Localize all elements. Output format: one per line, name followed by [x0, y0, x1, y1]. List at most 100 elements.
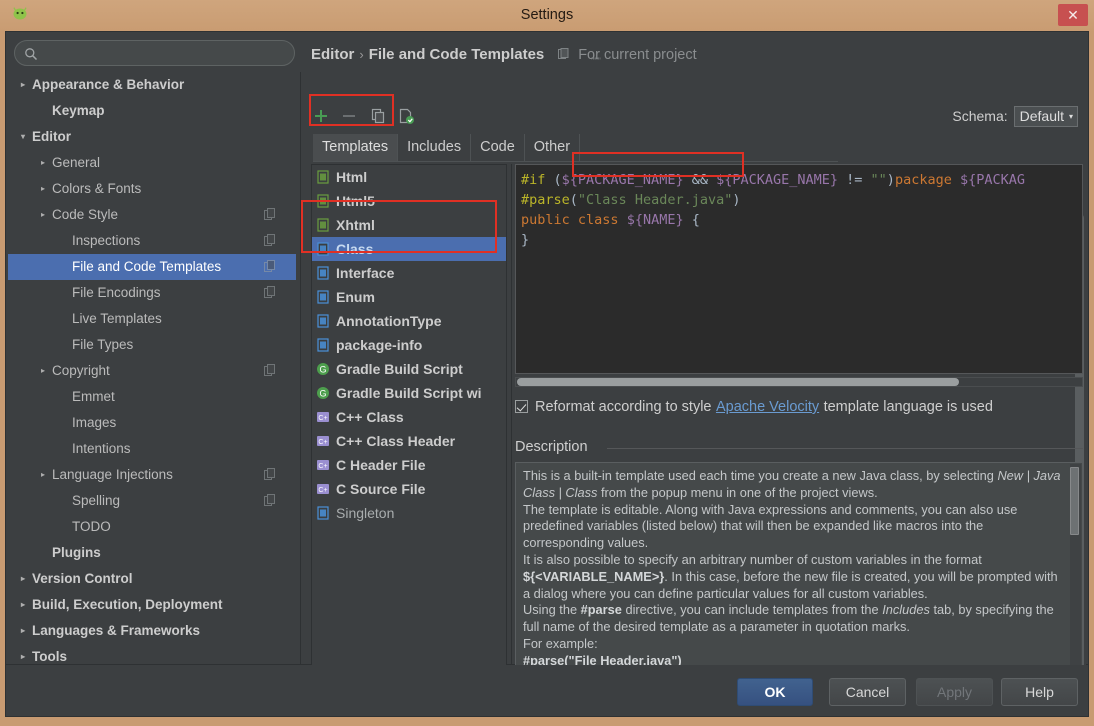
- sidebar-item-copyright[interactable]: ▸ Copyright: [8, 358, 296, 384]
- reset-icon[interactable]: [396, 106, 416, 126]
- sidebar-item-label: Language Injections: [52, 467, 173, 482]
- chevron-down-icon[interactable]: ▾: [16, 124, 30, 150]
- sidebar-item-emmet[interactable]: Emmet: [8, 384, 296, 410]
- code-token: "Class Header.java": [577, 192, 733, 208]
- template-list-item[interactable]: Interface: [312, 261, 506, 285]
- ok-button[interactable]: OK: [737, 678, 813, 706]
- sidebar-item-build-execution-deployment[interactable]: ▸ Build, Execution, Deployment: [8, 592, 296, 618]
- sidebar-item-file-types[interactable]: File Types: [8, 332, 296, 358]
- template-code-editor[interactable]: #if (${PACKAGE_NAME} && ${PACKAGE_NAME} …: [515, 164, 1083, 374]
- sidebar-item-file-and-code-templates[interactable]: File and Code Templates: [8, 254, 296, 280]
- chevron-right-icon[interactable]: ▸: [16, 618, 30, 644]
- code-token: (: [553, 172, 562, 188]
- sidebar-item-general[interactable]: ▸ General: [8, 150, 296, 176]
- sidebar-item-live-templates[interactable]: Live Templates: [8, 306, 296, 332]
- sidebar-item-images[interactable]: Images: [8, 410, 296, 436]
- code-token: ${PACKAGE_NAME}: [561, 172, 684, 188]
- html-file-icon: [317, 218, 329, 232]
- template-list-item[interactable]: Xhtml: [312, 213, 506, 237]
- chevron-right-icon[interactable]: ▸: [16, 72, 30, 98]
- sidebar-item-plugins[interactable]: Plugins: [8, 540, 296, 566]
- template-list-item[interactable]: Singleton: [312, 501, 506, 525]
- tab-code[interactable]: Code: [471, 134, 525, 161]
- minus-icon[interactable]: [339, 106, 359, 126]
- description-scrollbar-track[interactable]: [1070, 464, 1081, 681]
- schema-dropdown[interactable]: Default ▾: [1013, 106, 1078, 127]
- chevron-right-icon[interactable]: ▸: [36, 176, 50, 202]
- sidebar-item-code-style[interactable]: ▸ Code Style: [8, 202, 296, 228]
- help-button[interactable]: Help: [1001, 678, 1078, 706]
- template-list-item[interactable]: Enum: [312, 285, 506, 309]
- sidebar-item-label: Plugins: [52, 545, 101, 560]
- template-list-item[interactable]: C+ C Header File: [312, 453, 506, 477]
- sidebar-item-spelling[interactable]: Spelling: [8, 488, 296, 514]
- sidebar-item-intentions[interactable]: Intentions: [8, 436, 296, 462]
- tab-includes[interactable]: Includes: [398, 134, 472, 161]
- java-file-icon: [317, 242, 329, 256]
- search-input[interactable]: [43, 41, 288, 65]
- tab-templates[interactable]: Templates: [313, 134, 399, 161]
- reformat-checkbox[interactable]: [515, 400, 528, 413]
- description-header: Description: [515, 438, 1083, 458]
- template-list-item[interactable]: G Gradle Build Script wi: [312, 381, 506, 405]
- sidebar-item-inspections[interactable]: Inspections: [8, 228, 296, 254]
- plus-icon[interactable]: [311, 106, 331, 126]
- cpp-file-icon: C+: [317, 412, 329, 422]
- cpp-file-icon: C+: [317, 436, 329, 446]
- sidebar-item-label: Editor: [32, 129, 71, 144]
- chevron-right-icon[interactable]: ▸: [36, 150, 50, 176]
- template-list-item-label: Gradle Build Script wi: [336, 385, 482, 401]
- template-list-item[interactable]: G Gradle Build Script: [312, 357, 506, 381]
- apply-button[interactable]: Apply: [916, 678, 993, 706]
- description-text: This is a built-in template used each ti…: [523, 468, 1061, 668]
- sidebar-item-editor[interactable]: ▾ Editor: [8, 124, 296, 150]
- chevron-right-icon[interactable]: ▸: [16, 592, 30, 618]
- sidebar-item-label: Emmet: [72, 389, 115, 404]
- description-rule: [607, 448, 1083, 449]
- reformat-label-before: Reformat according to style: [535, 399, 712, 415]
- sidebar-item-colors-fonts[interactable]: ▸ Colors & Fonts: [8, 176, 296, 202]
- chevron-right-icon[interactable]: ▸: [36, 462, 50, 488]
- sidebar-item-language-injections[interactable]: ▸ Language Injections: [8, 462, 296, 488]
- tab-other[interactable]: Other: [525, 134, 581, 161]
- search-box[interactable]: [14, 40, 295, 66]
- sidebar-item-label: File Encodings: [72, 285, 161, 300]
- template-list-item-label: Html: [336, 169, 368, 185]
- template-list-item[interactable]: Html5: [312, 189, 506, 213]
- reformat-row: Reformat according to style Apache Veloc…: [515, 398, 993, 420]
- template-list-item[interactable]: package-info: [312, 333, 506, 357]
- sidebar-item-languages-frameworks[interactable]: ▸ Languages & Frameworks: [8, 618, 296, 644]
- sidebar-item-version-control[interactable]: ▸ Version Control: [8, 566, 296, 592]
- sidebar-item-label: File Types: [72, 337, 134, 352]
- sidebar-item-label: Appearance & Behavior: [32, 77, 185, 92]
- sidebar-item-file-encodings[interactable]: File Encodings: [8, 280, 296, 306]
- copy-icon[interactable]: [368, 106, 388, 126]
- chevron-right-icon[interactable]: ▸: [36, 358, 50, 384]
- template-list-item[interactable]: Html: [312, 165, 506, 189]
- template-list-item[interactable]: AnnotationType: [312, 309, 506, 333]
- sidebar-item-keymap[interactable]: Keymap: [8, 98, 296, 124]
- template-list[interactable]: Html Html5 Xhtml Class Interface Enum Annotati…: [311, 164, 507, 682]
- template-list-item[interactable]: C+ C++ Class: [312, 405, 506, 429]
- cancel-button[interactable]: Cancel: [829, 678, 906, 706]
- template-list-item[interactable]: Class: [312, 237, 506, 261]
- settings-dialog: Settings ✕ ▸ Appearance & Behavior Keymap ▾…: [0, 0, 1094, 726]
- sidebar-item-appearance-behavior[interactable]: ▸ Appearance & Behavior: [8, 72, 296, 98]
- sidebar-item-todo[interactable]: TODO: [8, 514, 296, 540]
- code-token: #parse: [521, 192, 570, 208]
- chevron-right-icon[interactable]: ▸: [16, 566, 30, 592]
- templates-toolbar: [311, 106, 420, 130]
- apache-velocity-link[interactable]: Apache Velocity: [716, 399, 819, 415]
- template-list-item[interactable]: C+ C Source File: [312, 477, 506, 501]
- gradle-icon: G: [317, 387, 329, 399]
- description-box[interactable]: This is a built-in template used each ti…: [515, 462, 1083, 682]
- description-scrollbar-thumb[interactable]: [1070, 467, 1079, 535]
- editor-hscrollbar-thumb[interactable]: [517, 378, 959, 386]
- chevron-right-icon[interactable]: ▸: [36, 202, 50, 228]
- template-list-item[interactable]: C+ C++ Class Header: [312, 429, 506, 453]
- settings-tree[interactable]: ▸ Appearance & Behavior Keymap ▾ Editor ▸ Gene…: [8, 72, 296, 689]
- close-icon[interactable]: ✕: [1058, 4, 1088, 26]
- breadcrumb-root[interactable]: Editor: [311, 46, 354, 63]
